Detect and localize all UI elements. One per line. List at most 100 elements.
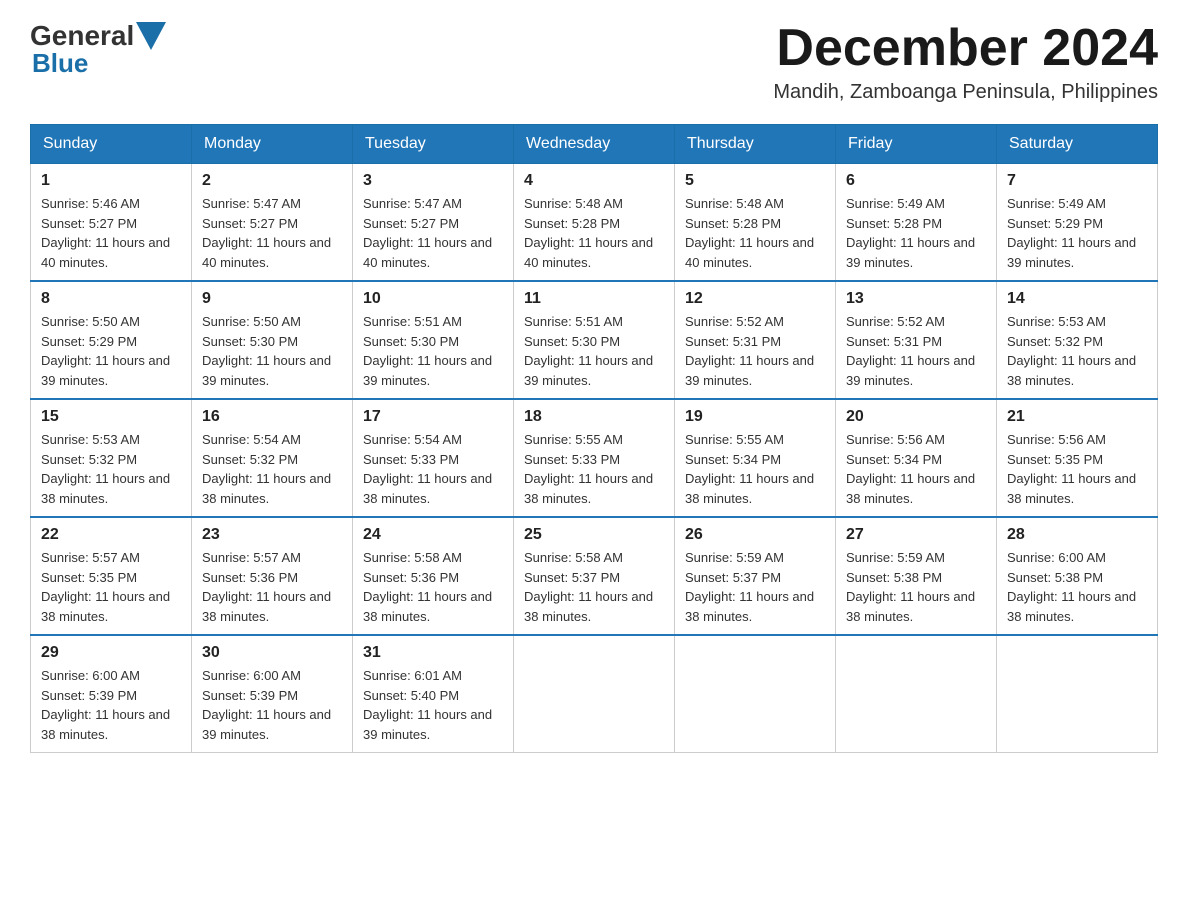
calendar-table: SundayMondayTuesdayWednesdayThursdayFrid…	[30, 124, 1158, 753]
day-number: 21	[1007, 408, 1147, 426]
calendar-cell	[836, 635, 997, 753]
day-info: Sunrise: 6:00 AMSunset: 5:39 PMDaylight:…	[41, 666, 181, 744]
day-info: Sunrise: 5:58 AMSunset: 5:37 PMDaylight:…	[524, 548, 664, 626]
day-number: 8	[41, 290, 181, 308]
day-number: 7	[1007, 172, 1147, 190]
calendar-cell: 18 Sunrise: 5:55 AMSunset: 5:33 PMDayligh…	[514, 399, 675, 517]
day-info: Sunrise: 5:53 AMSunset: 5:32 PMDaylight:…	[41, 430, 181, 508]
day-number: 25	[524, 526, 664, 544]
day-number: 16	[202, 408, 342, 426]
day-info: Sunrise: 5:54 AMSunset: 5:32 PMDaylight:…	[202, 430, 342, 508]
day-header-monday: Monday	[192, 125, 353, 164]
day-number: 27	[846, 526, 986, 544]
calendar-cell: 24Sunrise: 5:58 AMSunset: 5:36 PMDayligh…	[353, 517, 514, 635]
calendar-cell: 2 Sunrise: 5:47 AMSunset: 5:27 PMDaylight…	[192, 164, 353, 282]
calendar-cell	[997, 635, 1158, 753]
day-info: Sunrise: 5:55 AMSunset: 5:33 PMDaylight:…	[524, 430, 664, 508]
day-number: 11	[524, 290, 664, 308]
calendar-cell: 11 Sunrise: 5:51 AMSunset: 5:30 PMDayligh…	[514, 281, 675, 399]
day-number: 12	[685, 290, 825, 308]
page-header: General Blue December 2024 Mandih, Zambo…	[30, 20, 1158, 104]
day-number: 6	[846, 172, 986, 190]
day-info: Sunrise: 5:49 AMSunset: 5:29 PMDaylight:…	[1007, 194, 1147, 272]
logo-triangle-icon	[136, 22, 166, 50]
calendar-cell: 27Sunrise: 5:59 AMSunset: 5:38 PMDayligh…	[836, 517, 997, 635]
calendar-week-row: 8 Sunrise: 5:50 AMSunset: 5:29 PMDaylight…	[31, 281, 1158, 399]
day-info: Sunrise: 5:51 AMSunset: 5:30 PMDaylight:…	[524, 312, 664, 390]
calendar-cell: 19Sunrise: 5:55 AMSunset: 5:34 PMDayligh…	[675, 399, 836, 517]
day-number: 20	[846, 408, 986, 426]
day-number: 3	[363, 172, 503, 190]
calendar-cell: 23 Sunrise: 5:57 AMSunset: 5:36 PMDayligh…	[192, 517, 353, 635]
day-number: 2	[202, 172, 342, 190]
day-info: Sunrise: 5:53 AMSunset: 5:32 PMDaylight:…	[1007, 312, 1147, 390]
day-number: 31	[363, 644, 503, 662]
title-section: December 2024 Mandih, Zamboanga Peninsul…	[773, 20, 1158, 104]
day-header-wednesday: Wednesday	[514, 125, 675, 164]
day-number: 9	[202, 290, 342, 308]
calendar-header-row: SundayMondayTuesdayWednesdayThursdayFrid…	[31, 125, 1158, 164]
day-number: 28	[1007, 526, 1147, 544]
calendar-cell: 6Sunrise: 5:49 AMSunset: 5:28 PMDaylight…	[836, 164, 997, 282]
calendar-cell: 17 Sunrise: 5:54 AMSunset: 5:33 PMDayligh…	[353, 399, 514, 517]
calendar-week-row: 29 Sunrise: 6:00 AMSunset: 5:39 PMDayligh…	[31, 635, 1158, 753]
month-title: December 2024	[773, 20, 1158, 77]
day-number: 30	[202, 644, 342, 662]
calendar-cell: 3 Sunrise: 5:47 AMSunset: 5:27 PMDaylight…	[353, 164, 514, 282]
day-info: Sunrise: 6:01 AMSunset: 5:40 PMDaylight:…	[363, 666, 503, 744]
calendar-cell: 8 Sunrise: 5:50 AMSunset: 5:29 PMDaylight…	[31, 281, 192, 399]
day-info: Sunrise: 5:47 AMSunset: 5:27 PMDaylight:…	[363, 194, 503, 272]
day-info: Sunrise: 6:00 AMSunset: 5:39 PMDaylight:…	[202, 666, 342, 744]
logo: General Blue	[30, 20, 166, 79]
calendar-cell: 10Sunrise: 5:51 AMSunset: 5:30 PMDayligh…	[353, 281, 514, 399]
day-info: Sunrise: 5:56 AMSunset: 5:34 PMDaylight:…	[846, 430, 986, 508]
day-number: 24	[363, 526, 503, 544]
day-number: 19	[685, 408, 825, 426]
calendar-cell: 22Sunrise: 5:57 AMSunset: 5:35 PMDayligh…	[31, 517, 192, 635]
calendar-cell: 30 Sunrise: 6:00 AMSunset: 5:39 PMDayligh…	[192, 635, 353, 753]
logo-blue-text: Blue	[30, 48, 88, 79]
calendar-cell: 28 Sunrise: 6:00 AMSunset: 5:38 PMDayligh…	[997, 517, 1158, 635]
day-info: Sunrise: 5:51 AMSunset: 5:30 PMDaylight:…	[363, 312, 503, 390]
day-info: Sunrise: 5:50 AMSunset: 5:29 PMDaylight:…	[41, 312, 181, 390]
day-number: 15	[41, 408, 181, 426]
calendar-cell: 1 Sunrise: 5:46 AMSunset: 5:27 PMDaylight…	[31, 164, 192, 282]
calendar-cell	[675, 635, 836, 753]
day-number: 23	[202, 526, 342, 544]
calendar-week-row: 1 Sunrise: 5:46 AMSunset: 5:27 PMDaylight…	[31, 164, 1158, 282]
day-info: Sunrise: 6:00 AMSunset: 5:38 PMDaylight:…	[1007, 548, 1147, 626]
calendar-week-row: 15 Sunrise: 5:53 AMSunset: 5:32 PMDayligh…	[31, 399, 1158, 517]
calendar-cell: 4Sunrise: 5:48 AMSunset: 5:28 PMDaylight…	[514, 164, 675, 282]
day-number: 29	[41, 644, 181, 662]
day-header-friday: Friday	[836, 125, 997, 164]
day-header-sunday: Sunday	[31, 125, 192, 164]
calendar-cell: 15 Sunrise: 5:53 AMSunset: 5:32 PMDayligh…	[31, 399, 192, 517]
calendar-cell: 25 Sunrise: 5:58 AMSunset: 5:37 PMDayligh…	[514, 517, 675, 635]
day-info: Sunrise: 5:48 AMSunset: 5:28 PMDaylight:…	[524, 194, 664, 272]
day-number: 1	[41, 172, 181, 190]
day-number: 18	[524, 408, 664, 426]
day-info: Sunrise: 5:46 AMSunset: 5:27 PMDaylight:…	[41, 194, 181, 272]
calendar-cell: 16 Sunrise: 5:54 AMSunset: 5:32 PMDayligh…	[192, 399, 353, 517]
calendar-cell: 7 Sunrise: 5:49 AMSunset: 5:29 PMDaylight…	[997, 164, 1158, 282]
day-number: 13	[846, 290, 986, 308]
day-info: Sunrise: 5:52 AMSunset: 5:31 PMDaylight:…	[685, 312, 825, 390]
calendar-cell: 9 Sunrise: 5:50 AMSunset: 5:30 PMDaylight…	[192, 281, 353, 399]
day-header-tuesday: Tuesday	[353, 125, 514, 164]
day-info: Sunrise: 5:54 AMSunset: 5:33 PMDaylight:…	[363, 430, 503, 508]
day-info: Sunrise: 5:48 AMSunset: 5:28 PMDaylight:…	[685, 194, 825, 272]
day-number: 22	[41, 526, 181, 544]
day-header-thursday: Thursday	[675, 125, 836, 164]
calendar-week-row: 22Sunrise: 5:57 AMSunset: 5:35 PMDayligh…	[31, 517, 1158, 635]
calendar-cell: 29 Sunrise: 6:00 AMSunset: 5:39 PMDayligh…	[31, 635, 192, 753]
day-info: Sunrise: 5:57 AMSunset: 5:36 PMDaylight:…	[202, 548, 342, 626]
calendar-cell	[514, 635, 675, 753]
location-text: Mandih, Zamboanga Peninsula, Philippines	[773, 81, 1158, 104]
day-number: 14	[1007, 290, 1147, 308]
calendar-cell: 5Sunrise: 5:48 AMSunset: 5:28 PMDaylight…	[675, 164, 836, 282]
day-number: 17	[363, 408, 503, 426]
day-info: Sunrise: 5:50 AMSunset: 5:30 PMDaylight:…	[202, 312, 342, 390]
calendar-cell: 20 Sunrise: 5:56 AMSunset: 5:34 PMDayligh…	[836, 399, 997, 517]
calendar-cell: 21Sunrise: 5:56 AMSunset: 5:35 PMDayligh…	[997, 399, 1158, 517]
day-info: Sunrise: 5:47 AMSunset: 5:27 PMDaylight:…	[202, 194, 342, 272]
